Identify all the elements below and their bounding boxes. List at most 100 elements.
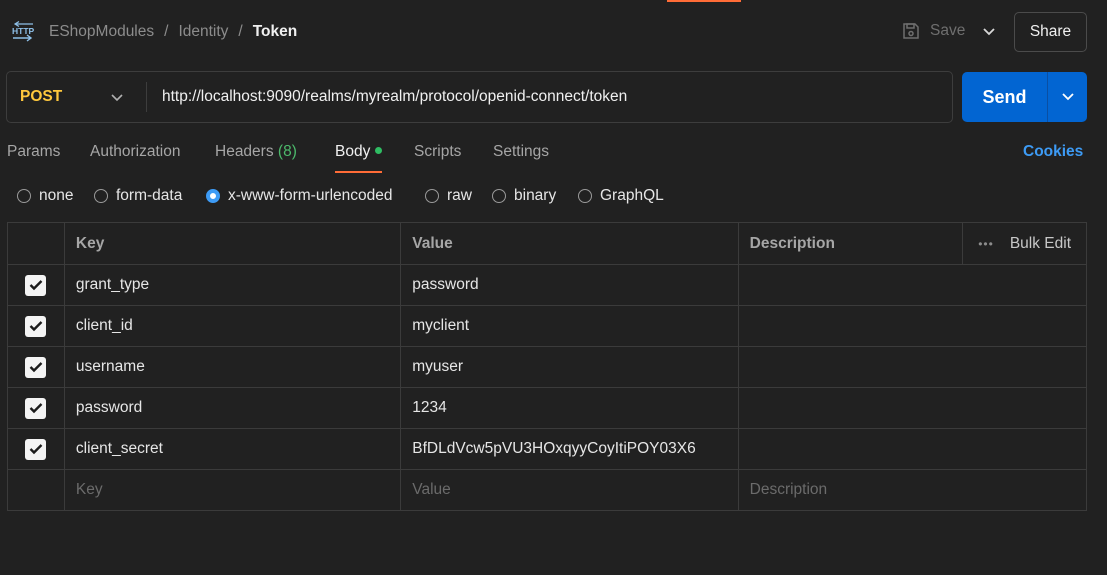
row-key[interactable]: client_secret xyxy=(63,429,400,469)
row-checkbox[interactable] xyxy=(25,397,47,419)
radio-label: GraphQL xyxy=(600,187,664,204)
checkmark-icon xyxy=(29,280,43,291)
row-check-cell xyxy=(8,388,64,428)
radio-button-selected[interactable] xyxy=(206,189,220,203)
chevron-down-icon xyxy=(1061,93,1074,101)
form-urlencoded-table: Key Value Description ••• Bulk Edit gran… xyxy=(7,222,1087,511)
radio-raw[interactable]: raw xyxy=(425,187,472,205)
tab-body[interactable]: Body xyxy=(335,143,383,161)
breadcrumb-workspace[interactable]: EShopModules xyxy=(49,23,154,41)
row-check-cell xyxy=(8,429,64,469)
body-indicator-dot xyxy=(375,147,383,155)
tab-settings[interactable]: Settings xyxy=(493,143,549,161)
active-tab-underline xyxy=(335,171,382,173)
tab-scripts[interactable]: Scripts xyxy=(414,143,461,161)
bulk-edit-button[interactable]: ••• Bulk Edit xyxy=(962,223,1086,264)
radio-label: none xyxy=(39,187,74,204)
row-checkbox[interactable] xyxy=(25,356,47,378)
radio-button[interactable] xyxy=(425,189,439,203)
radio-label: x-www-form-urlencoded xyxy=(228,187,393,204)
row-value[interactable]: BfDLdVcw5pVU3HOxqyyCoyItiPOY03X6 xyxy=(400,429,737,469)
chevron-down-icon xyxy=(983,28,995,36)
row-description[interactable] xyxy=(737,265,1086,305)
checkmark-icon xyxy=(29,321,43,332)
checkmark-icon xyxy=(29,403,43,414)
radio-button[interactable] xyxy=(578,189,592,203)
method-label: POST xyxy=(20,88,63,105)
tab-headers-label: Headers xyxy=(215,143,274,160)
radio-none[interactable]: none xyxy=(17,187,73,205)
tab-headers[interactable]: Headers (8) xyxy=(215,143,297,161)
breadcrumb-request-name[interactable]: Token xyxy=(253,23,298,41)
cookies-link[interactable]: Cookies xyxy=(1023,143,1083,161)
url-input[interactable]: http://localhost:9090/realms/myrealm/pro… xyxy=(162,72,627,122)
save-label: Save xyxy=(930,22,966,39)
breadcrumb-separator: / xyxy=(238,23,243,40)
row-value[interactable]: myuser xyxy=(400,347,737,387)
save-icon xyxy=(903,23,919,39)
row-description[interactable] xyxy=(737,347,1086,387)
new-key-input[interactable]: Key xyxy=(63,470,400,510)
row-check-cell xyxy=(8,470,64,510)
tab-authorization[interactable]: Authorization xyxy=(90,143,180,161)
column-header-value: Value xyxy=(400,223,737,264)
breadcrumb-separator: / xyxy=(164,23,169,40)
column-header-key: Key xyxy=(63,223,400,264)
new-description-input[interactable]: Description xyxy=(737,470,1086,510)
table-row: username myuser xyxy=(8,346,1086,387)
row-key[interactable]: password xyxy=(63,388,400,428)
table-header-row: Key Value Description ••• Bulk Edit xyxy=(8,223,1086,264)
send-button[interactable]: Send xyxy=(962,72,1047,122)
save-button[interactable]: Save xyxy=(901,21,965,41)
request-header: HTTP EShopModules / Identity / Token Sav… xyxy=(0,0,1107,64)
tab-params[interactable]: Params xyxy=(7,143,60,161)
header-check-cell xyxy=(8,223,64,264)
send-options-button[interactable] xyxy=(1047,72,1087,122)
checkmark-icon xyxy=(29,362,43,373)
row-checkbox[interactable] xyxy=(25,315,47,337)
table-row: grant_type password xyxy=(8,264,1086,305)
radio-button[interactable] xyxy=(492,189,506,203)
svg-text:HTTP: HTTP xyxy=(12,26,35,36)
row-check-cell xyxy=(8,306,64,346)
row-checkbox[interactable] xyxy=(25,274,47,296)
row-value[interactable]: password xyxy=(400,265,737,305)
breadcrumb: EShopModules / Identity / Token xyxy=(49,23,297,41)
row-value[interactable]: 1234 xyxy=(400,388,737,428)
request-url-bar: POST http://localhost:9090/realms/myreal… xyxy=(6,71,953,123)
radio-button[interactable] xyxy=(94,189,108,203)
row-value[interactable]: myclient xyxy=(400,306,737,346)
table-row: client_id myclient xyxy=(8,305,1086,346)
chevron-down-icon xyxy=(111,94,123,102)
row-description[interactable] xyxy=(737,388,1086,428)
request-tabs: Params Authorization Headers (8) Body Sc… xyxy=(0,140,1107,174)
radio-label: raw xyxy=(447,187,472,204)
divider xyxy=(146,82,147,112)
row-key[interactable]: username xyxy=(63,347,400,387)
radio-form-data[interactable]: form-data xyxy=(94,187,182,205)
radio-graphql[interactable]: GraphQL xyxy=(578,187,664,205)
row-description[interactable] xyxy=(737,306,1086,346)
row-description[interactable] xyxy=(737,429,1086,469)
checkmark-icon xyxy=(29,444,43,455)
row-checkbox[interactable] xyxy=(25,438,47,460)
column-header-description: Description xyxy=(737,223,963,264)
new-value-input[interactable]: Value xyxy=(400,470,737,510)
radio-binary[interactable]: binary xyxy=(492,187,556,205)
http-icon: HTTP xyxy=(12,21,35,42)
more-options-icon[interactable]: ••• xyxy=(978,237,994,251)
headers-count-badge: (8) xyxy=(277,143,297,160)
radio-label: form-data xyxy=(116,187,183,204)
row-key[interactable]: grant_type xyxy=(63,265,400,305)
radio-button[interactable] xyxy=(17,189,31,203)
table-row: client_secret BfDLdVcw5pVU3HOxqyyCoyItiP… xyxy=(8,428,1086,469)
row-key[interactable]: client_id xyxy=(63,306,400,346)
share-button[interactable]: Share xyxy=(1014,12,1087,52)
breadcrumb-folder[interactable]: Identity xyxy=(178,23,228,41)
save-options-button[interactable] xyxy=(979,22,999,42)
radio-x-www-form-urlencoded[interactable]: x-www-form-urlencoded xyxy=(206,187,393,205)
bulk-edit-label: Bulk Edit xyxy=(1009,234,1071,252)
radio-label: binary xyxy=(514,187,557,204)
row-check-cell xyxy=(8,265,64,305)
row-check-cell xyxy=(8,347,64,387)
